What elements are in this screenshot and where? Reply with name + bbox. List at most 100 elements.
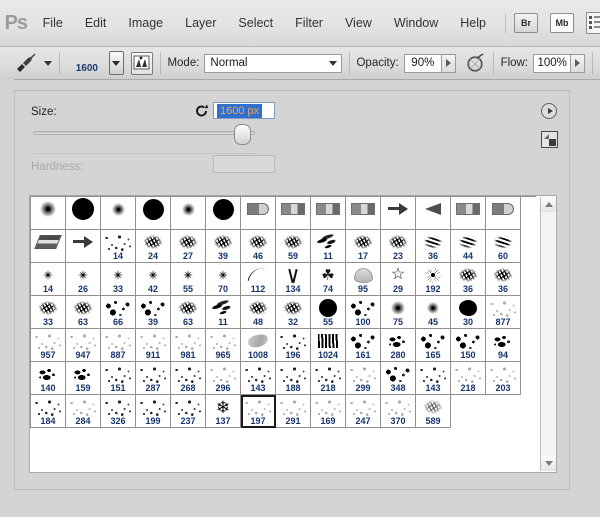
- brush-preset-cell[interactable]: 26: [66, 263, 101, 296]
- airbrush-toggle-icon[interactable]: [464, 53, 486, 73]
- brush-preset-cell[interactable]: 32: [276, 296, 311, 329]
- brush-preset-cell[interactable]: ☘ 74: [311, 263, 346, 296]
- brush-preset-cell[interactable]: 877: [486, 296, 521, 329]
- brush-size-preview[interactable]: 1600: [67, 51, 107, 75]
- brush-preset-cell[interactable]: 59: [276, 230, 311, 263]
- brush-preset-cell[interactable]: 44: [451, 230, 486, 263]
- brush-preset-cell[interactable]: 0: [66, 197, 101, 230]
- brush-preset-cell[interactable]: 112: [241, 263, 276, 296]
- brush-preset-cell[interactable]: 0: [276, 197, 311, 230]
- brush-preset-cell[interactable]: 169: [311, 395, 346, 428]
- brush-preset-cell[interactable]: 95: [346, 263, 381, 296]
- brush-preset-cell[interactable]: 284: [66, 395, 101, 428]
- bridge-button[interactable]: Br: [514, 13, 538, 33]
- brush-preset-cell[interactable]: 188: [276, 362, 311, 395]
- brush-preset-cell[interactable]: 287: [136, 362, 171, 395]
- brush-preset-cell[interactable]: 36: [486, 263, 521, 296]
- brush-preset-cell[interactable]: 0: [66, 230, 101, 263]
- brush-preset-cell[interactable]: 0: [451, 197, 486, 230]
- brush-preset-cell[interactable]: 1008: [241, 329, 276, 362]
- brush-preset-cell[interactable]: 199: [136, 395, 171, 428]
- brush-preset-cell[interactable]: 0: [31, 230, 66, 263]
- menu-item-file[interactable]: File: [32, 13, 74, 33]
- reset-brush-icon[interactable]: [195, 103, 209, 119]
- brush-preset-cell[interactable]: 981: [171, 329, 206, 362]
- brush-preset-cell[interactable]: 14: [101, 230, 136, 263]
- brush-preset-cell[interactable]: 17: [346, 230, 381, 263]
- brush-preset-chevron-icon[interactable]: [44, 60, 52, 66]
- workspace-switcher-icon[interactable]: [586, 12, 600, 34]
- brush-preset-cell[interactable]: 100: [346, 296, 381, 329]
- brush-preset-cell[interactable]: 589: [416, 395, 451, 428]
- brush-preset-cell[interactable]: 268: [171, 362, 206, 395]
- brush-preset-cell[interactable]: 165: [416, 329, 451, 362]
- brush-preset-cell[interactable]: 24: [136, 230, 171, 263]
- brush-preset-cell[interactable]: 197: [241, 395, 276, 428]
- brush-preset-cell[interactable]: 0: [31, 197, 66, 230]
- brush-preset-cell[interactable]: 33: [31, 296, 66, 329]
- opacity-input[interactable]: 90%: [403, 53, 442, 73]
- brush-preset-cell[interactable]: 55: [171, 263, 206, 296]
- brush-preset-cell[interactable]: 33: [101, 263, 136, 296]
- brush-preset-cell[interactable]: 370: [381, 395, 416, 428]
- menu-item-filter[interactable]: Filter: [284, 13, 334, 33]
- brush-preset-cell[interactable]: ❄ 137: [206, 395, 241, 428]
- brush-preset-cell[interactable]: 11: [206, 296, 241, 329]
- brush-preset-cell[interactable]: 11: [311, 230, 346, 263]
- menu-item-view[interactable]: View: [334, 13, 383, 33]
- brush-preset-cell[interactable]: 55: [311, 296, 346, 329]
- brush-preset-cell[interactable]: 36: [416, 230, 451, 263]
- brush-preset-cell[interactable]: ☆ 29: [381, 263, 416, 296]
- menu-item-layer[interactable]: Layer: [174, 13, 227, 33]
- brush-preset-cell[interactable]: 192: [416, 263, 451, 296]
- size-slider-track[interactable]: [33, 131, 255, 135]
- brush-preset-cell[interactable]: 965: [206, 329, 241, 362]
- brush-preset-cell[interactable]: 1024: [311, 329, 346, 362]
- brush-preset-cell[interactable]: 196: [276, 329, 311, 362]
- brush-preset-list[interactable]: 0000000000000000142427394659111723364460…: [29, 195, 557, 473]
- brush-preset-cell[interactable]: 218: [311, 362, 346, 395]
- brush-preset-cell[interactable]: 70: [206, 263, 241, 296]
- tablet-pressure-button[interactable]: [130, 51, 153, 75]
- new-brush-preset-icon[interactable]: [541, 131, 558, 148]
- brush-preset-cell[interactable]: 94: [486, 329, 521, 362]
- brush-preset-cell[interactable]: 39: [206, 230, 241, 263]
- brush-preset-cell[interactable]: 143: [416, 362, 451, 395]
- brush-preset-grid[interactable]: 0000000000000000142427394659111723364460…: [30, 196, 536, 428]
- menu-item-select[interactable]: Select: [227, 13, 284, 33]
- brush-preset-cell[interactable]: 0: [311, 197, 346, 230]
- brush-preset-cell[interactable]: 0: [486, 197, 521, 230]
- brush-preset-cell[interactable]: 63: [66, 296, 101, 329]
- brush-preset-cell[interactable]: 0: [171, 197, 206, 230]
- brush-preset-cell[interactable]: 30: [451, 296, 486, 329]
- brush-preset-cell[interactable]: 947: [66, 329, 101, 362]
- brush-preset-cell[interactable]: 0: [416, 197, 451, 230]
- brush-preset-cell[interactable]: 63: [171, 296, 206, 329]
- brush-size-input[interactable]: 1600 px: [213, 102, 275, 119]
- brush-preset-cell[interactable]: 911: [136, 329, 171, 362]
- brush-preset-cell[interactable]: 887: [101, 329, 136, 362]
- brush-tool-preset-picker[interactable]: [0, 53, 52, 73]
- size-slider-thumb[interactable]: [234, 124, 251, 145]
- brush-preset-cell[interactable]: 237: [171, 395, 206, 428]
- brush-preset-cell[interactable]: 45: [416, 296, 451, 329]
- menu-item-image[interactable]: Image: [117, 13, 174, 33]
- menu-item-window[interactable]: Window: [383, 13, 449, 33]
- brush-preset-cell[interactable]: 0: [346, 197, 381, 230]
- brush-preset-cell[interactable]: 150: [451, 329, 486, 362]
- brush-preset-cell[interactable]: 0: [241, 197, 276, 230]
- brush-preset-cell[interactable]: 348: [381, 362, 416, 395]
- brush-preset-cell[interactable]: 218: [451, 362, 486, 395]
- brush-preset-cell[interactable]: 48: [241, 296, 276, 329]
- brush-preset-cell[interactable]: 291: [276, 395, 311, 428]
- scroll-down-arrow-icon[interactable]: [541, 456, 556, 471]
- brush-preset-cell[interactable]: 0: [136, 197, 171, 230]
- brush-preset-cell[interactable]: 140: [31, 362, 66, 395]
- opacity-stepper[interactable]: [441, 53, 456, 73]
- brush-preset-cell[interactable]: 957: [31, 329, 66, 362]
- menu-item-help[interactable]: Help: [449, 13, 497, 33]
- brush-preset-cell[interactable]: 161: [346, 329, 381, 362]
- brush-preset-cell[interactable]: 14: [31, 263, 66, 296]
- brush-preset-cell[interactable]: 296: [206, 362, 241, 395]
- flow-input[interactable]: 100%: [533, 53, 572, 73]
